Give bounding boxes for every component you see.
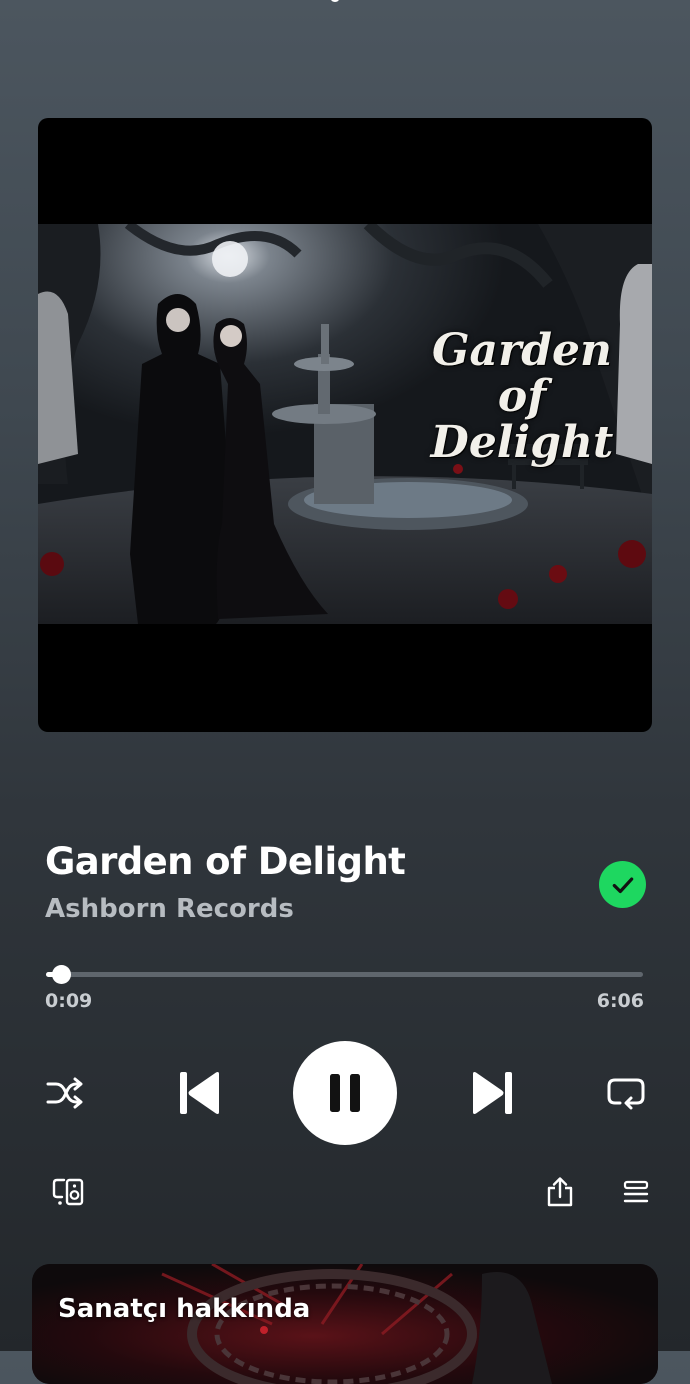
about-artist-card[interactable]: Sanatçı hakkında	[32, 1264, 658, 1384]
shuffle-icon	[46, 1077, 83, 1109]
track-title[interactable]: Garden of Delight	[45, 840, 406, 883]
repeat-icon	[607, 1078, 645, 1110]
repeat-button[interactable]	[602, 1070, 650, 1116]
connect-device-button[interactable]	[48, 1172, 88, 1212]
previous-button[interactable]	[172, 1066, 226, 1120]
liked-button[interactable]	[599, 861, 646, 908]
album-art-title: Garden of Delight	[430, 325, 614, 468]
elapsed-time: 0:09	[45, 990, 93, 1012]
pause-icon	[330, 1074, 360, 1112]
next-button[interactable]	[466, 1066, 520, 1120]
share-button[interactable]	[540, 1172, 580, 1212]
total-time: 6:06	[596, 990, 644, 1012]
connect-device-icon	[52, 1178, 84, 1206]
skip-next-icon	[473, 1072, 512, 1114]
share-icon	[547, 1177, 573, 1207]
skip-previous-icon	[180, 1072, 219, 1114]
queue-button[interactable]	[616, 1172, 656, 1212]
track-artist[interactable]: Ashborn Records	[45, 894, 294, 924]
about-artist-image	[32, 1264, 658, 1384]
progress-bar[interactable]	[46, 965, 643, 984]
check-icon	[612, 876, 633, 893]
about-artist-title: Sanatçı hakkında	[58, 1294, 311, 1324]
album-cover: Garden of Delight	[38, 118, 652, 732]
queue-icon	[623, 1180, 649, 1203]
progress-handle[interactable]	[51, 965, 71, 984]
top-indicator-dot	[331, 0, 339, 2]
pause-button[interactable]	[293, 1041, 397, 1145]
shuffle-button[interactable]	[42, 1070, 88, 1116]
